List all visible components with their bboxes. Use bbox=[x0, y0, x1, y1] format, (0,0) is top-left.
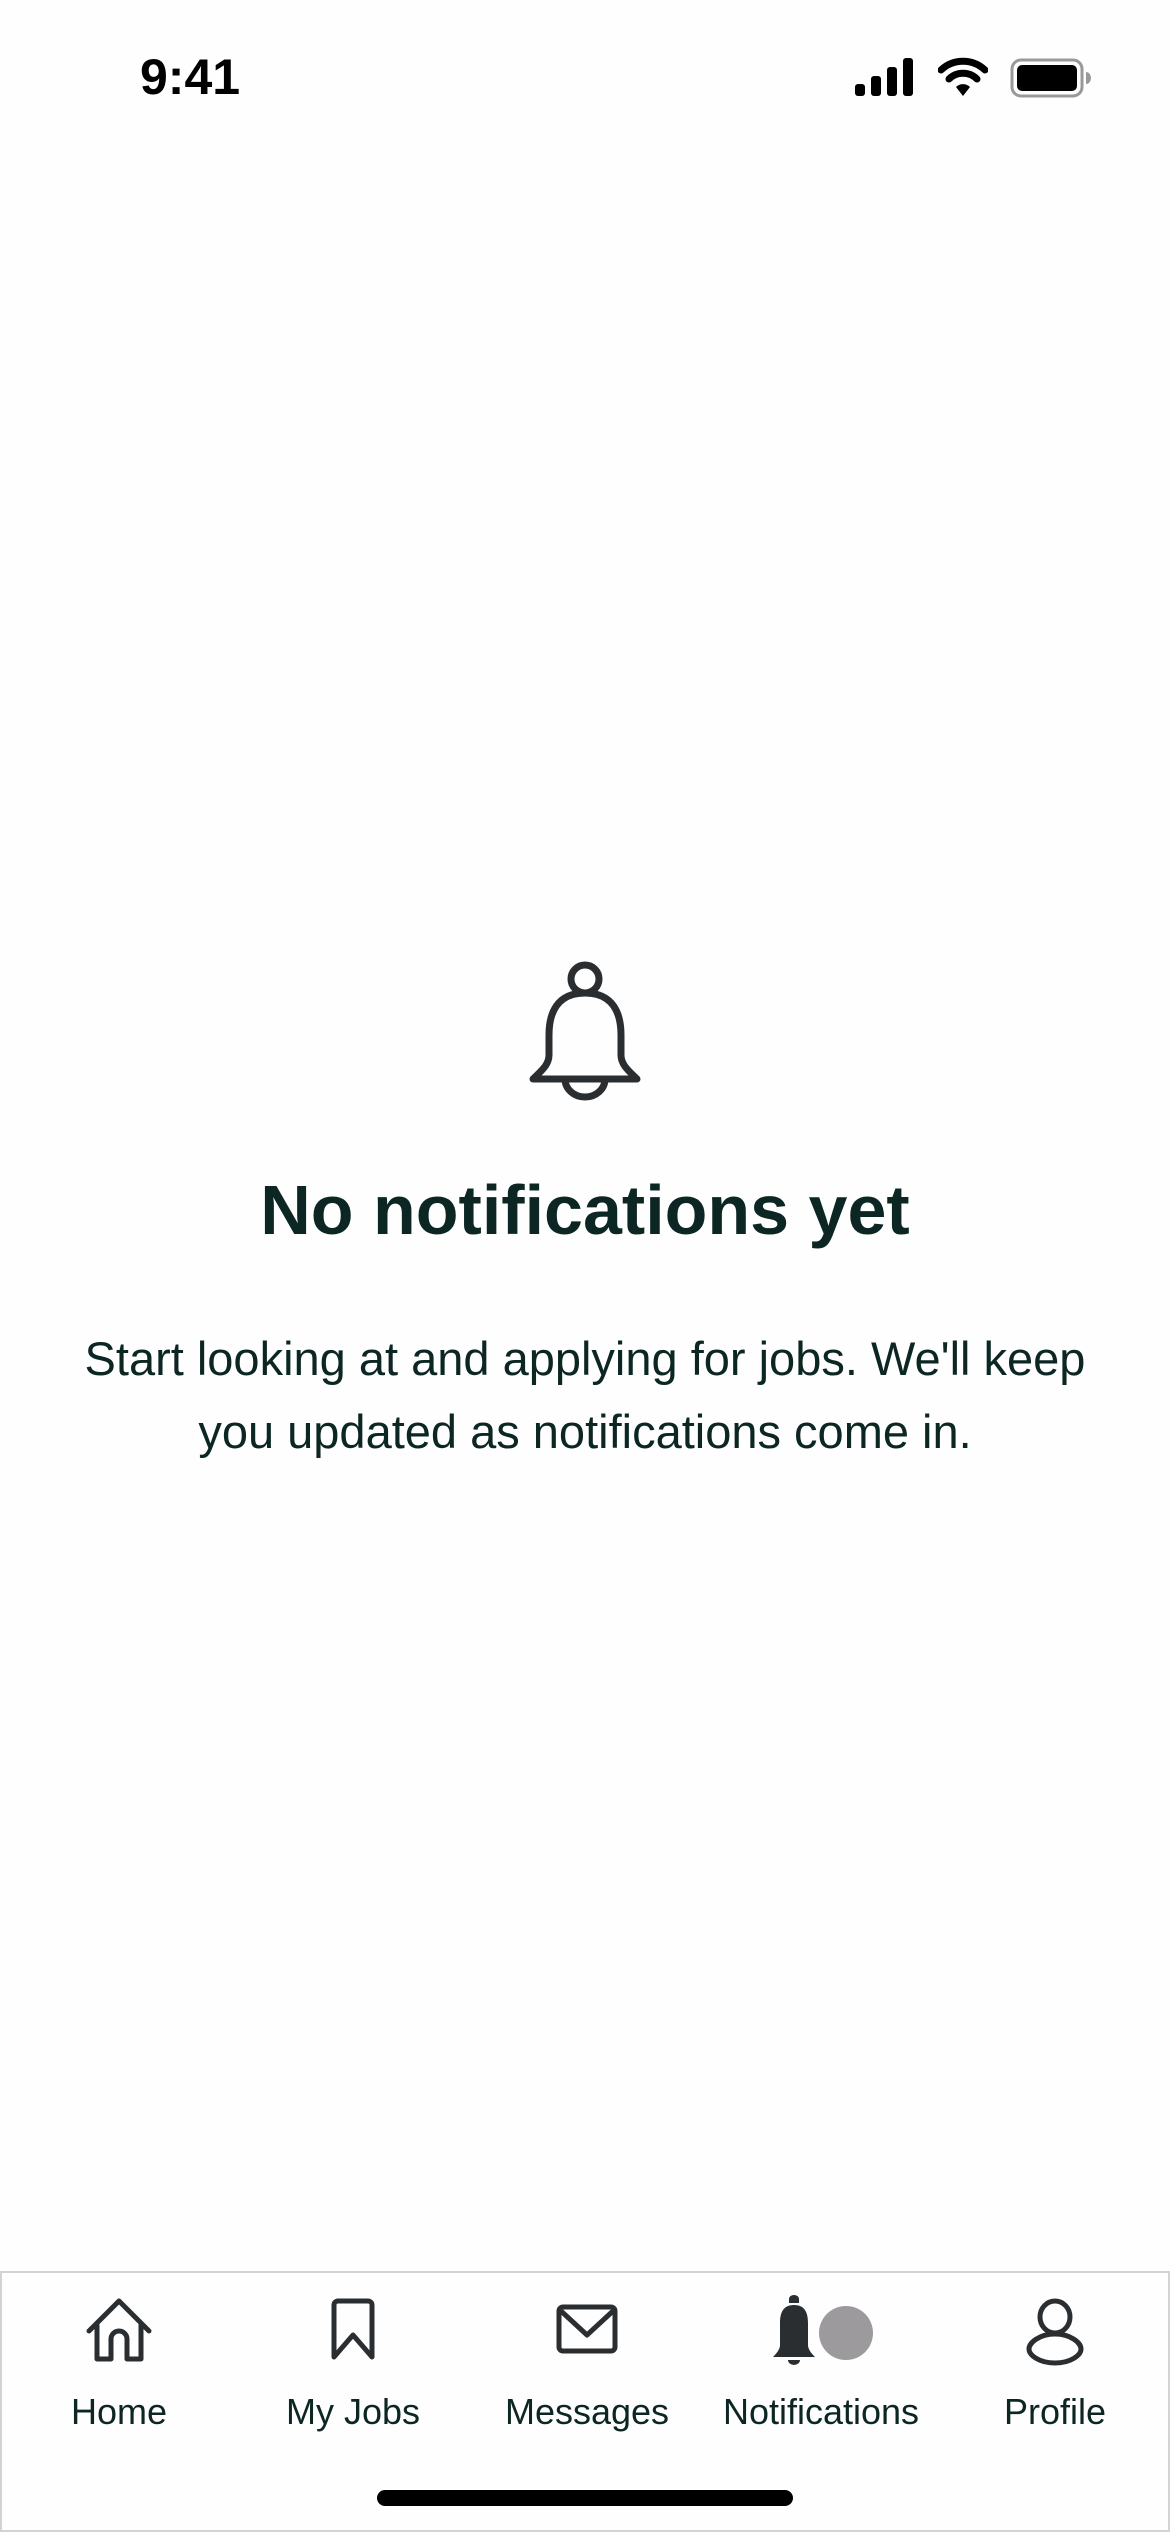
notification-badge bbox=[819, 2306, 873, 2360]
home-icon bbox=[86, 2298, 152, 2362]
tab-label: Notifications bbox=[722, 2391, 920, 2432]
bookmark-icon bbox=[331, 2298, 375, 2360]
status-bar: 9:41 bbox=[0, 0, 1170, 150]
envelope-icon bbox=[556, 2304, 618, 2354]
tab-label: Messages bbox=[504, 2391, 670, 2432]
person-icon bbox=[1026, 2298, 1084, 2366]
status-time: 9:41 bbox=[140, 49, 241, 105]
empty-state-title: No notifications yet bbox=[260, 1171, 910, 1249]
home-indicator[interactable] bbox=[377, 2490, 793, 2506]
cellular-signal-icon bbox=[855, 58, 913, 96]
bell-filled-icon bbox=[773, 2295, 873, 2365]
tab-label: My Jobs bbox=[285, 2391, 421, 2432]
empty-state-description: Start looking at and applying for jobs. … bbox=[84, 1332, 1086, 1458]
tab-home[interactable]: Home bbox=[2, 2273, 236, 2473]
tab-profile[interactable]: Profile bbox=[938, 2273, 1170, 2473]
tab-my-jobs[interactable]: My Jobs bbox=[236, 2273, 470, 2473]
tab-messages[interactable]: Messages bbox=[470, 2273, 704, 2473]
tab-label: Home bbox=[70, 2391, 168, 2432]
bell-outline-icon bbox=[529, 961, 641, 1101]
wifi-icon bbox=[938, 57, 988, 96]
tab-label: Profile bbox=[1003, 2391, 1107, 2432]
battery-icon bbox=[1010, 58, 1091, 98]
tab-notifications[interactable]: Notifications bbox=[704, 2273, 938, 2473]
